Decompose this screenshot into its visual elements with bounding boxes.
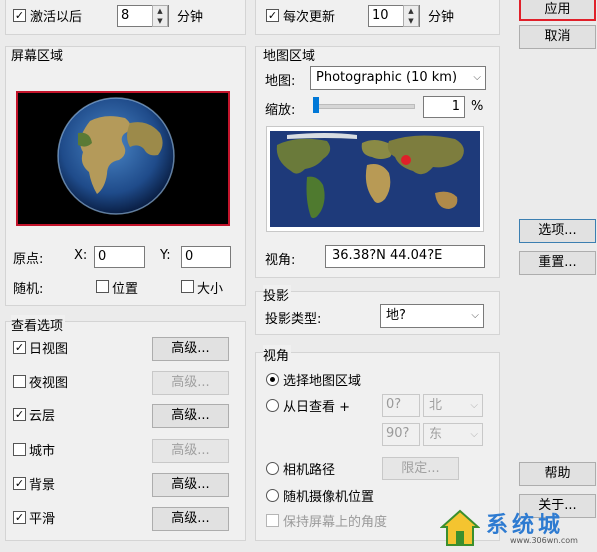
- origin-x-input[interactable]: 0: [94, 246, 145, 268]
- projection-type-select[interactable]: 地? ⌵: [380, 304, 484, 328]
- zoom-label: 缩放:: [265, 103, 296, 118]
- update-each-label: 每次更新: [283, 10, 336, 25]
- view-coordinates-input[interactable]: 36.38?N 44.04?E: [325, 245, 485, 268]
- y-label: Y:: [160, 248, 171, 263]
- map-select[interactable]: Photographic (10 km) ⌵: [310, 66, 486, 90]
- spin-down-icon[interactable]: ▼: [153, 16, 167, 26]
- map-area-title: 地图区域: [263, 49, 316, 64]
- limit-button[interactable]: 限定...: [382, 457, 459, 480]
- clouds-checkbox[interactable]: ✓: [13, 408, 26, 421]
- chevron-down-icon[interactable]: ⌵: [471, 305, 479, 327]
- random-position-checkbox[interactable]: [96, 280, 109, 293]
- camera-path-radio[interactable]: [266, 462, 279, 475]
- screen-preview[interactable]: [16, 91, 230, 226]
- from-sun-direction-2[interactable]: 东 ⌵: [423, 423, 483, 446]
- background-advanced-button[interactable]: 高级...: [152, 473, 229, 497]
- night-view-checkbox[interactable]: [13, 375, 26, 388]
- view-point-marker[interactable]: [401, 155, 411, 165]
- earth-globe-image: [57, 97, 175, 215]
- zoom-input[interactable]: 1: [423, 96, 465, 118]
- random-label: 随机:: [13, 282, 44, 297]
- random-camera-label: 随机摄像机位置: [283, 490, 375, 505]
- clouds-advanced-button[interactable]: 高级...: [152, 404, 229, 428]
- screen-area-title: 屏幕区域: [11, 49, 64, 64]
- reset-button[interactable]: 重置...: [519, 251, 596, 275]
- from-sun-label: 从日查看 +: [283, 400, 351, 415]
- projection-type-label: 投影类型:: [265, 312, 322, 327]
- help-button[interactable]: 帮助: [519, 462, 596, 486]
- night-view-advanced-button[interactable]: 高级...: [152, 371, 229, 395]
- house-logo-icon: [440, 509, 480, 546]
- smooth-advanced-button[interactable]: 高级...: [152, 507, 229, 531]
- cities-checkbox[interactable]: [13, 443, 26, 456]
- smooth-label: 平滑: [29, 512, 56, 527]
- from-sun-value-1[interactable]: 0?: [382, 394, 420, 417]
- spin-down-icon[interactable]: ▼: [404, 16, 418, 26]
- day-view-label: 日视图: [29, 342, 69, 357]
- select-map-area-label: 选择地图区域: [283, 374, 362, 389]
- projection-title: 投影: [263, 285, 292, 304]
- random-size-label: 大小: [197, 282, 224, 297]
- from-sun-direction-2-value: 东: [429, 427, 443, 442]
- spin-up-icon[interactable]: ▲: [404, 6, 418, 16]
- minutes-label-2: 分钟: [428, 10, 455, 25]
- background-label: 背景: [29, 478, 56, 493]
- apply-button[interactable]: 应用: [519, 0, 596, 21]
- random-size-checkbox[interactable]: [181, 280, 194, 293]
- activate-after-label: 激活以后: [30, 10, 83, 25]
- day-view-advanced-button[interactable]: 高级...: [152, 337, 229, 361]
- watermark-text: 系统城: [486, 512, 565, 538]
- activate-after-spinner[interactable]: ▲ ▼: [152, 5, 168, 27]
- options-button[interactable]: 选项...: [519, 219, 596, 243]
- watermark-url: www.306wn.com: [510, 536, 578, 545]
- chevron-down-icon[interactable]: ⌵: [473, 67, 481, 89]
- minutes-label-1: 分钟: [177, 10, 204, 25]
- zoom-unit: %: [471, 99, 484, 114]
- from-sun-value-2[interactable]: 90?: [382, 423, 420, 446]
- update-each-spinner[interactable]: ▲ ▼: [403, 5, 419, 27]
- from-sun-direction-1-value: 北: [429, 398, 443, 413]
- cities-advanced-button[interactable]: 高级...: [152, 439, 229, 463]
- zoom-slider-track[interactable]: [313, 104, 415, 109]
- keep-angle-label: 保持屏幕上的角度: [283, 515, 388, 530]
- viewpoint-title: 视角: [263, 345, 292, 364]
- view-options-title: 查看选项: [11, 315, 66, 334]
- origin-y-input[interactable]: 0: [181, 246, 231, 268]
- night-view-label: 夜视图: [29, 376, 69, 391]
- spin-up-icon[interactable]: ▲: [153, 6, 167, 16]
- origin-label: 原点:: [13, 252, 44, 267]
- smooth-checkbox[interactable]: ✓: [13, 511, 26, 524]
- activate-after-checkbox[interactable]: ✓: [13, 9, 26, 22]
- x-label: X:: [74, 248, 88, 263]
- world-map-image: [270, 131, 480, 227]
- camera-path-label: 相机路径: [283, 463, 336, 478]
- map-select-value: Photographic (10 km): [316, 70, 458, 85]
- watermark-logo: 系统城 www.306wn.com: [440, 505, 595, 550]
- chevron-down-icon[interactable]: ⌵: [470, 424, 478, 446]
- world-map-preview[interactable]: [266, 126, 484, 232]
- from-sun-direction-1[interactable]: 北 ⌵: [423, 394, 483, 417]
- clouds-label: 云层: [29, 409, 56, 424]
- day-view-checkbox[interactable]: ✓: [13, 341, 26, 354]
- chevron-down-icon[interactable]: ⌵: [470, 395, 478, 417]
- projection-type-value: 地?: [386, 308, 406, 323]
- background-checkbox[interactable]: ✓: [13, 477, 26, 490]
- zoom-slider-thumb[interactable]: [313, 97, 319, 113]
- select-map-area-radio[interactable]: [266, 373, 279, 386]
- cancel-button[interactable]: 取消: [519, 25, 596, 49]
- from-sun-radio[interactable]: [266, 399, 279, 412]
- random-position-label: 位置: [112, 282, 139, 297]
- random-camera-radio[interactable]: [266, 489, 279, 502]
- update-each-checkbox[interactable]: ✓: [266, 9, 279, 22]
- cities-label: 城市: [29, 444, 56, 459]
- view-label: 视角:: [265, 253, 296, 268]
- map-label: 地图:: [265, 74, 296, 89]
- keep-angle-checkbox[interactable]: [266, 514, 279, 527]
